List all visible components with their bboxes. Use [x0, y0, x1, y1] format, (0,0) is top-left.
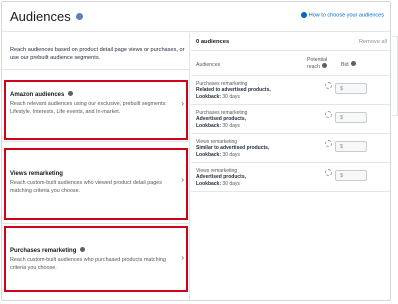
- lookback-value: 30 days: [222, 93, 240, 100]
- info-icon[interactable]: [350, 61, 356, 67]
- help-link[interactable]: How to choose your audiences: [300, 12, 384, 18]
- help-info-icon: [300, 12, 307, 18]
- selected-audiences-header: 0 audiences Remove all: [191, 33, 390, 51]
- lookback-value: 30 days: [222, 151, 240, 158]
- highlight-box-views-remarketing: [4, 148, 188, 220]
- audience-criteria: Similar to advertised products,: [196, 145, 270, 152]
- loading-spinner-icon: [325, 111, 332, 118]
- bid-currency: $: [340, 115, 344, 121]
- highlight-box-amazon-audiences: [4, 80, 188, 140]
- highlight-box-purchases-remarketing: [4, 226, 188, 292]
- remove-all-button[interactable]: Remove all: [359, 39, 387, 45]
- loading-spinner-icon: [325, 82, 332, 89]
- loading-spinner-icon: [325, 169, 332, 176]
- column-header-bid-text: Bid: [341, 62, 349, 68]
- lookback-label: Lookback:: [196, 122, 222, 129]
- scrollbar[interactable]: [392, 36, 398, 116]
- bid-input[interactable]: $: [335, 112, 367, 123]
- bid-currency: $: [340, 144, 344, 150]
- column-header-reach: Potential reach: [307, 57, 341, 71]
- column-header-audiences: Audiences: [196, 62, 221, 68]
- bid-currency: $: [340, 173, 344, 179]
- selected-audiences-panel: 0 audiences Remove all Audiences Potenti…: [191, 33, 390, 300]
- divider: [2, 141, 190, 142]
- bid-input[interactable]: $: [335, 141, 367, 152]
- intro-text: Reach audiences based on product detail …: [10, 47, 185, 61]
- page-title-text: Audiences: [10, 9, 71, 24]
- audience-count: 0 audiences: [196, 39, 230, 45]
- help-link-text[interactable]: How to choose your audiences: [309, 12, 384, 18]
- audience-criteria: Related to advertised products,: [196, 87, 271, 94]
- audience-criteria: Advertised products,: [196, 174, 247, 181]
- lookback-value: 30 days: [222, 122, 240, 129]
- divider: [2, 223, 190, 224]
- bid-currency: $: [340, 86, 344, 92]
- table-row: Purchases remarketing Related to adverti…: [191, 77, 390, 105]
- lookback-label: Lookback:: [196, 93, 222, 100]
- info-icon[interactable]: [76, 13, 84, 21]
- table-row: Purchases remarketing Advertised product…: [191, 106, 390, 134]
- table-row: Views remarketing Advertised products, L…: [191, 164, 390, 192]
- bid-input[interactable]: $: [335, 83, 367, 94]
- table-row: Views remarketing Similar to advertised …: [191, 135, 390, 163]
- divider: [2, 69, 190, 70]
- audience-description: Views remarketing Advertised products, L…: [196, 168, 296, 187]
- panel-header: Audiences How to choose your audiences: [2, 2, 390, 32]
- loading-spinner-icon: [325, 140, 332, 147]
- bid-input[interactable]: $: [335, 170, 367, 181]
- audience-criteria: Advertised products,: [196, 116, 247, 123]
- audience-description: Purchases remarketing Related to adverti…: [196, 81, 296, 100]
- audience-description: Purchases remarketing Advertised product…: [196, 110, 296, 129]
- page-title: Audiences: [10, 9, 84, 24]
- lookback-label: Lookback:: [196, 151, 222, 158]
- column-header-bid: Bid: [341, 61, 356, 69]
- table-header: Audiences Potential reach Bid: [191, 52, 390, 76]
- audience-description: Views remarketing Similar to advertised …: [196, 139, 296, 158]
- lookback-label: Lookback:: [196, 180, 222, 187]
- lookback-value: 30 days: [222, 180, 240, 187]
- info-icon[interactable]: [322, 63, 328, 69]
